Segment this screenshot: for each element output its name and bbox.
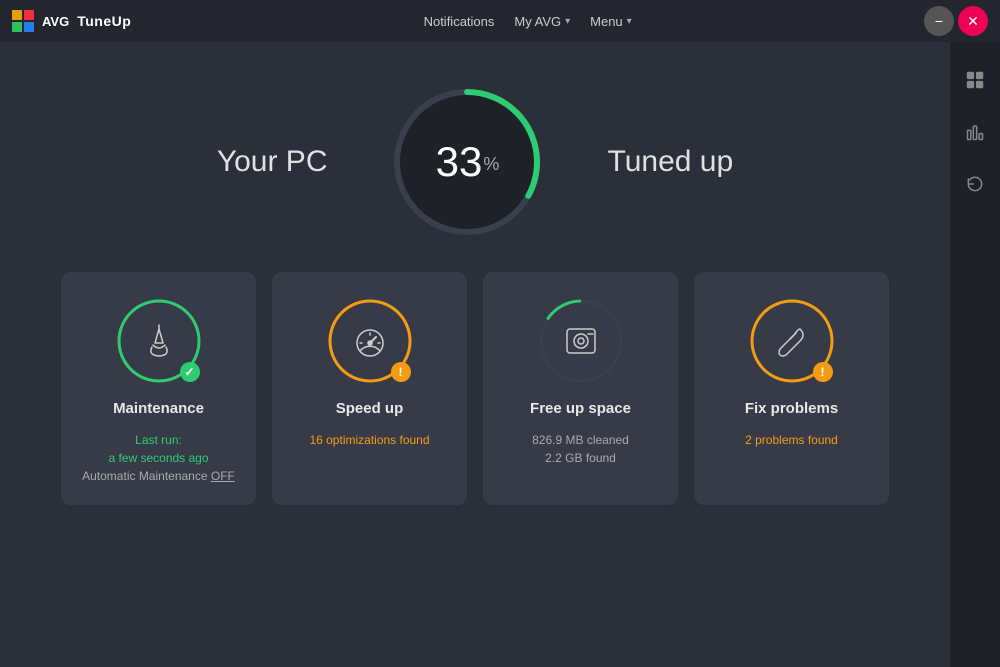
wrench-icon <box>772 321 812 361</box>
speedup-icon-ring: ! <box>325 296 415 386</box>
broom-icon <box>139 321 179 361</box>
menu-chevron-icon: ▾ <box>627 16 632 27</box>
menu-nav[interactable]: Menu ▾ <box>590 14 632 29</box>
speedup-subtitle: 16 optimizations found <box>309 431 429 449</box>
speedometer-icon <box>350 321 390 361</box>
percent-value: 33 <box>436 138 483 185</box>
circle-percent-display: 33% <box>436 141 500 183</box>
freespace-icon-ring <box>536 296 626 386</box>
grid-icon <box>965 70 985 90</box>
maintenance-lastrun-label: Last run: <box>135 433 182 447</box>
maintenance-badge: ✓ <box>180 362 200 382</box>
main-content: Your PC 33% Tuned up <box>0 42 950 667</box>
notifications-nav[interactable]: Notifications <box>424 14 495 29</box>
right-sidebar <box>950 42 1000 667</box>
fixproblems-badge: ! <box>813 362 833 382</box>
sidebar-grid-icon[interactable] <box>957 62 993 98</box>
maintenance-lastrun-value: a few seconds ago <box>108 451 208 465</box>
maintenance-icon-ring: ✓ <box>114 296 204 386</box>
fixproblems-card[interactable]: ! Fix problems 2 problems found <box>694 272 889 505</box>
hero-left-label: Your PC <box>217 145 328 179</box>
sidebar-chart-icon[interactable] <box>957 114 993 150</box>
avg-logo-icon <box>12 10 34 32</box>
myavg-chevron-icon: ▾ <box>565 16 570 27</box>
minimize-button[interactable]: − <box>924 6 954 36</box>
freespace-cleaned: 826.9 MB cleaned <box>532 433 629 447</box>
maintenance-subtitle: Last run: a few seconds ago Automatic Ma… <box>82 431 235 485</box>
harddrive-icon <box>561 321 601 361</box>
speedup-icon <box>340 311 400 371</box>
maintenance-title: Maintenance <box>113 400 204 417</box>
freespace-subtitle: 826.9 MB cleaned 2.2 GB found <box>532 431 629 467</box>
bar-chart-icon <box>965 122 985 142</box>
feature-cards: ✓ Maintenance Last run: a few seconds ag… <box>0 272 950 505</box>
logo-area: AVG TuneUp <box>12 10 131 32</box>
maintenance-auto-label: Automatic Maintenance <box>82 469 211 483</box>
brand-label: AVG <box>42 14 69 29</box>
maintenance-auto-toggle[interactable]: OFF <box>211 469 235 483</box>
speedup-detail: 16 optimizations found <box>309 433 429 447</box>
percent-symbol: % <box>483 154 499 174</box>
sidebar-refresh-icon[interactable] <box>957 166 993 202</box>
fixproblems-icon <box>762 311 822 371</box>
freespace-card[interactable]: Free up space 826.9 MB cleaned 2.2 GB fo… <box>483 272 678 505</box>
titlebar: AVG TuneUp Notifications My AVG ▾ Menu ▾… <box>0 0 1000 42</box>
nav-area: Notifications My AVG ▾ Menu ▾ <box>424 14 632 29</box>
close-button[interactable]: ✕ <box>958 6 988 36</box>
speedup-title: Speed up <box>336 400 404 417</box>
tuneup-progress-circle: 33% <box>387 82 547 242</box>
app-title: TuneUp <box>77 13 131 29</box>
myavg-nav[interactable]: My AVG ▾ <box>514 14 570 29</box>
hero-section: Your PC 33% Tuned up <box>0 42 950 272</box>
refresh-icon <box>965 174 985 194</box>
fixproblems-icon-ring: ! <box>747 296 837 386</box>
speedup-badge: ! <box>391 362 411 382</box>
fixproblems-detail: 2 problems found <box>745 433 838 447</box>
fixproblems-subtitle: 2 problems found <box>745 431 838 449</box>
speedup-card[interactable]: ! Speed up 16 optimizations found <box>272 272 467 505</box>
window-controls: − ✕ <box>924 6 988 36</box>
freespace-title: Free up space <box>530 400 631 417</box>
freespace-icon <box>551 311 611 371</box>
maintenance-card[interactable]: ✓ Maintenance Last run: a few seconds ag… <box>61 272 256 505</box>
maintenance-icon <box>129 311 189 371</box>
hero-right-label: Tuned up <box>607 145 733 179</box>
fixproblems-title: Fix problems <box>745 400 838 417</box>
freespace-found: 2.2 GB found <box>545 451 616 465</box>
